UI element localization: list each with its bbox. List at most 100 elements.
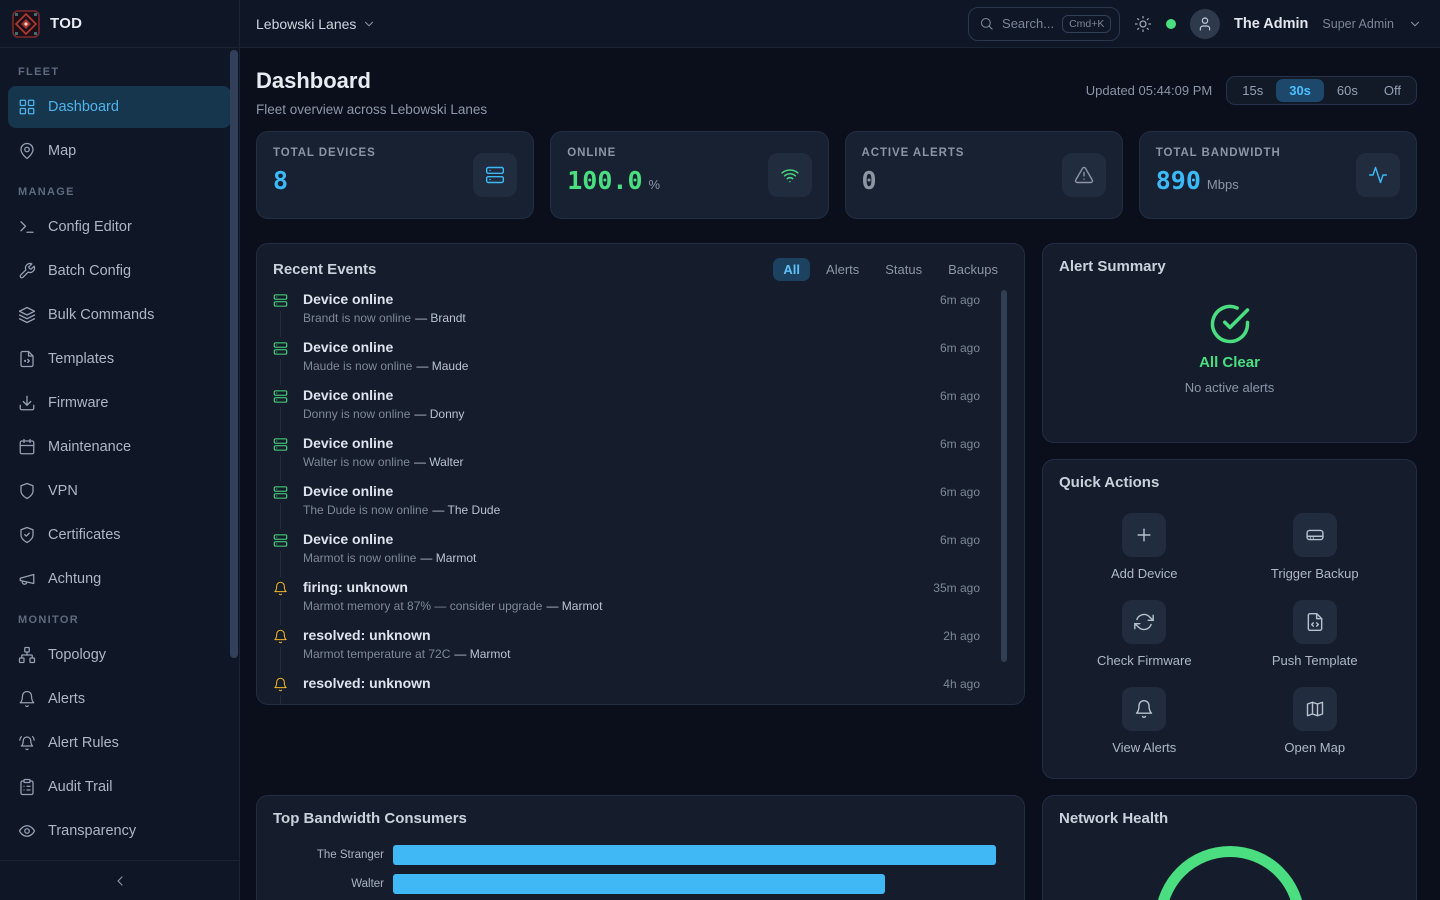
stat-unit: % (649, 177, 661, 192)
sidebar-item-map[interactable]: Map (8, 130, 231, 172)
stat-card-total-bandwidth: TOTAL BANDWIDTH 890Mbps (1139, 131, 1417, 219)
event-row[interactable]: resolved: unknown 4h ago (273, 673, 1008, 705)
event-subtitle: Marmot memory at 87% — consider upgrade (303, 599, 542, 613)
grid-icon (18, 98, 36, 116)
tab-all[interactable]: All (773, 258, 810, 281)
search-input[interactable]: Search... Cmd+K (968, 7, 1120, 41)
sidebar-item-vpn[interactable]: VPN (8, 470, 231, 512)
avatar[interactable] (1190, 9, 1220, 39)
sidebar-item-config-editor[interactable]: Config Editor (8, 206, 231, 248)
bell-icon (273, 625, 288, 647)
sidebar-item-alert-rules[interactable]: Alert Rules (8, 722, 231, 764)
recent-events-title: Recent Events (273, 261, 376, 278)
refresh-option-off[interactable]: Off (1371, 79, 1414, 102)
sidebar-item-label: Audit Trail (48, 779, 112, 795)
quick-actions-panel: Quick Actions Add Device Trigger Backup (1042, 459, 1417, 779)
bandwidth-device-label: Walter (273, 878, 384, 890)
sidebar-item-batch-config[interactable]: Batch Config (8, 250, 231, 292)
stat-label: ONLINE (567, 147, 660, 159)
server-icon (273, 337, 288, 359)
connection-status-dot (1166, 19, 1176, 29)
event-title: resolved: unknown (303, 675, 431, 691)
sidebar-item-achtung[interactable]: Achtung (8, 558, 231, 600)
bandwidth-bar (393, 845, 996, 865)
add-device-button[interactable]: Add Device (1059, 513, 1230, 581)
sidebar-item-label: Dashboard (48, 99, 119, 115)
event-row[interactable]: firing: unknown35m ago Marmot memory at … (273, 577, 1008, 625)
sidebar-item-topology[interactable]: Topology (8, 634, 231, 676)
event-device: — Maude (416, 359, 468, 373)
stat-card-active-alerts: ACTIVE ALERTS 0 (845, 131, 1123, 219)
section-label-monitor: MONITOR (18, 614, 231, 626)
event-title: Device online (303, 339, 393, 355)
push-template-button[interactable]: Push Template (1230, 600, 1401, 668)
megaphone-icon (18, 570, 36, 588)
sidebar-item-label: Maintenance (48, 439, 131, 455)
sidebar-scrollbar-thumb[interactable] (230, 50, 238, 658)
sidebar-item-alerts[interactable]: Alerts (8, 678, 231, 720)
updated-timestamp: Updated 05:44:09 PM (1086, 83, 1212, 98)
brand-name: TOD (50, 15, 82, 32)
event-row[interactable]: Device online6m ago Marmot is now online… (273, 529, 1008, 577)
sidebar-item-label: Alerts (48, 691, 85, 707)
event-row[interactable]: resolved: unknown2h ago Marmot temperatu… (273, 625, 1008, 673)
quick-action-label: Check Firmware (1097, 653, 1192, 668)
terminal-icon (18, 218, 36, 236)
refresh-option-15s[interactable]: 15s (1229, 79, 1276, 102)
layers-icon (18, 306, 36, 324)
event-device: — Brandt (415, 311, 466, 325)
refresh-interval-control: 15s 30s 60s Off (1226, 76, 1417, 105)
user-name: The Admin (1234, 16, 1308, 32)
bell-icon (1122, 687, 1166, 731)
fleet-selector[interactable]: Lebowski Lanes (256, 16, 376, 32)
event-time: 6m ago (940, 341, 1008, 355)
event-row[interactable]: Device online6m ago Brandt is now online… (273, 289, 1008, 337)
sidebar-item-dashboard[interactable]: Dashboard (8, 86, 231, 128)
check-firmware-button[interactable]: Check Firmware (1059, 600, 1230, 668)
refresh-option-30s[interactable]: 30s (1276, 79, 1324, 102)
search-placeholder: Search... (1002, 16, 1054, 31)
quick-actions-title: Quick Actions (1059, 474, 1159, 491)
event-row[interactable]: Device online6m ago Donny is now online—… (273, 385, 1008, 433)
server-icon (273, 289, 288, 311)
hard-drive-icon (1293, 513, 1337, 557)
event-title: Device online (303, 387, 393, 403)
brand: TOD (0, 0, 240, 47)
sidebar-item-label: Batch Config (48, 263, 131, 279)
trigger-backup-button[interactable]: Trigger Backup (1230, 513, 1401, 581)
event-row[interactable]: Device online6m ago Walter is now online… (273, 433, 1008, 481)
bandwidth-row: The Stranger (273, 845, 1008, 865)
sidebar: FLEET Dashboard Map MANAGE Config Editor… (0, 48, 240, 900)
refresh-option-60s[interactable]: 60s (1324, 79, 1371, 102)
sidebar-item-label: Firmware (48, 395, 108, 411)
open-map-button[interactable]: Open Map (1230, 687, 1401, 755)
sidebar-item-maintenance[interactable]: Maintenance (8, 426, 231, 468)
sidebar-item-templates[interactable]: Templates (8, 338, 231, 380)
alert-detail-text: No active alerts (1185, 380, 1275, 395)
sidebar-item-bulk-commands[interactable]: Bulk Commands (8, 294, 231, 336)
event-subtitle: Marmot temperature at 72C (303, 647, 450, 661)
event-time: 6m ago (940, 437, 1008, 451)
event-subtitle: The Dude is now online (303, 503, 428, 517)
sidebar-item-transparency[interactable]: Transparency (8, 810, 231, 852)
wifi-icon (768, 153, 812, 197)
event-device: — Marmot (454, 647, 510, 661)
sidebar-item-certificates[interactable]: Certificates (8, 514, 231, 556)
sidebar-item-audit-trail[interactable]: Audit Trail (8, 766, 231, 808)
event-row[interactable]: Device online6m ago The Dude is now onli… (273, 481, 1008, 529)
server-icon (273, 481, 288, 503)
theme-toggle-sun-icon[interactable] (1134, 15, 1152, 33)
event-row[interactable]: Device online6m ago Maude is now online—… (273, 337, 1008, 385)
event-time: 4h ago (943, 677, 1008, 691)
sidebar-collapse-button[interactable] (0, 860, 239, 900)
events-scrollbar-thumb[interactable] (1001, 290, 1007, 662)
user-menu-chevron-icon[interactable] (1408, 17, 1422, 31)
view-alerts-button[interactable]: View Alerts (1059, 687, 1230, 755)
server-icon (273, 529, 288, 551)
user-role: Super Admin (1322, 17, 1394, 31)
tab-backups[interactable]: Backups (938, 258, 1008, 281)
tab-status[interactable]: Status (875, 258, 932, 281)
stat-cards: TOTAL DEVICES 8 ONLINE 100.0% (256, 131, 1417, 219)
sidebar-item-firmware[interactable]: Firmware (8, 382, 231, 424)
tab-alerts[interactable]: Alerts (816, 258, 869, 281)
